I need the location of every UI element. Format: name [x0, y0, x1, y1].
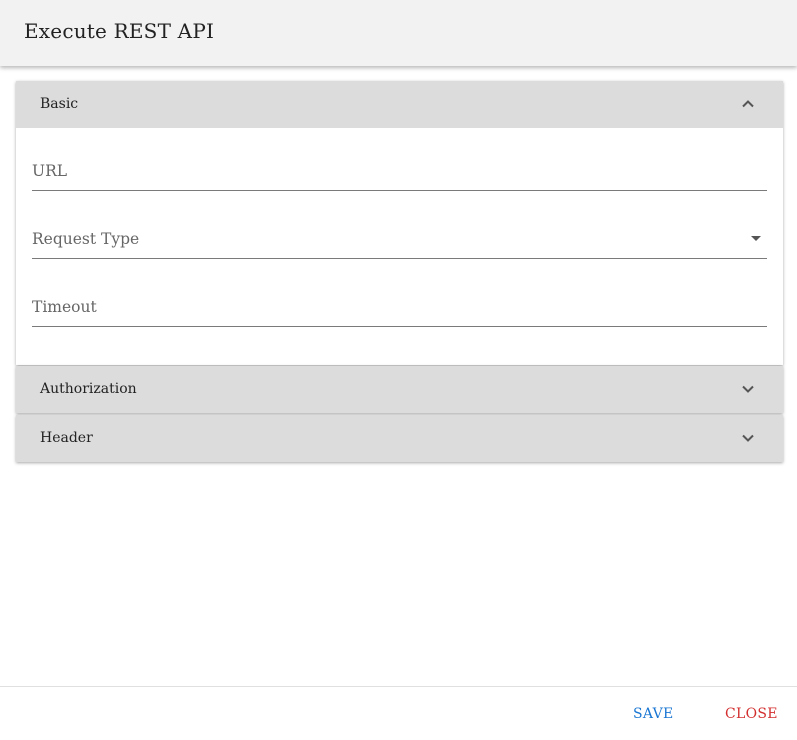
- panel-basic: Basic URL Request Type Timeout: [16, 81, 783, 365]
- panel-header-header[interactable]: Header: [16, 415, 783, 462]
- panel-basic-header[interactable]: Basic: [16, 81, 783, 128]
- timeout-field-label: Timeout: [32, 298, 97, 316]
- execute-rest-api-dialog: Execute REST API Basic URL Request Type …: [0, 0, 797, 740]
- chevron-down-icon[interactable]: [741, 431, 755, 445]
- panel-authorization-label: Authorization: [40, 381, 137, 397]
- dialog-title: Execute REST API: [24, 19, 215, 43]
- panel-header: Header: [16, 415, 783, 462]
- close-button[interactable]: CLOSE: [725, 706, 778, 722]
- chevron-up-icon[interactable]: [741, 97, 755, 111]
- url-field-label: URL: [32, 162, 68, 180]
- panel-header-label: Header: [40, 430, 93, 446]
- caret-down-icon[interactable]: [751, 236, 761, 241]
- request-type-select[interactable]: Request Type: [32, 220, 767, 259]
- dialog-header: Execute REST API: [0, 0, 797, 66]
- timeout-field[interactable]: Timeout: [32, 288, 767, 327]
- panel-basic-label: Basic: [40, 96, 79, 112]
- request-type-label: Request Type: [32, 230, 140, 248]
- panel-authorization-header[interactable]: Authorization: [16, 366, 783, 413]
- chevron-down-icon[interactable]: [741, 382, 755, 396]
- save-button[interactable]: SAVE: [633, 706, 674, 722]
- dialog-footer: SAVE CLOSE: [0, 686, 797, 740]
- panel-authorization: Authorization: [16, 366, 783, 413]
- url-field[interactable]: URL: [32, 152, 767, 191]
